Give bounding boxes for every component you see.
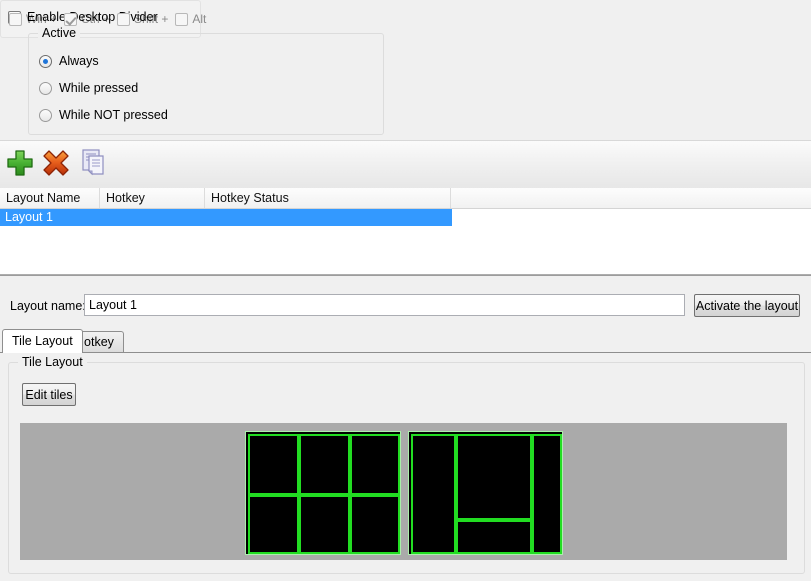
tile-m1-6[interactable] (350, 495, 400, 554)
listview-header: Layout Name Hotkey Hotkey Status (0, 188, 811, 209)
tile-m1-5[interactable] (299, 495, 350, 554)
modifier-alt[interactable]: Alt (175, 12, 206, 26)
activate-layout-button[interactable]: Activate the layout (694, 294, 800, 317)
column-header-hotkey[interactable]: Hotkey (100, 188, 205, 208)
add-layout-button[interactable] (3, 146, 37, 180)
active-groupbox: Active Always While pressed While NOT pr… (28, 26, 384, 135)
column-header-filler (451, 188, 811, 208)
row-layout-name: Layout 1 (5, 210, 53, 224)
tile-m2-4[interactable] (532, 434, 562, 554)
layout-name-label: Layout name: (10, 299, 86, 313)
enable-desktop-divider-row[interactable]: Enable Desktop Divider (8, 10, 158, 24)
alt-label: Alt (192, 12, 207, 26)
radio-always-label: Always (59, 54, 99, 68)
delete-layout-button[interactable] (39, 146, 73, 180)
monitor-1-preview[interactable] (245, 431, 401, 555)
red-x-icon (43, 150, 69, 176)
radio-while-not-pressed-label: While NOT pressed (59, 108, 168, 122)
tile-m2-1[interactable] (411, 434, 456, 554)
radio-row-while-not-pressed[interactable]: While NOT pressed (39, 108, 168, 122)
ctrl-checkbox[interactable] (64, 12, 78, 26)
tab-tile-layout[interactable]: Tile Layout (2, 329, 83, 353)
layouts-listview[interactable]: Layout Name Hotkey Hotkey Status Layout … (0, 188, 811, 275)
tile-layout-groupbox-title: Tile Layout (18, 355, 87, 369)
active-groupbox-title: Active (38, 26, 81, 40)
radio-row-always[interactable]: Always (39, 54, 99, 68)
shift-checkbox[interactable] (117, 12, 131, 26)
column-header-layout-name[interactable]: Layout Name (0, 188, 100, 208)
layout-name-input[interactable] (84, 294, 685, 316)
radio-while-pressed-label: While pressed (59, 81, 139, 95)
edit-tiles-button[interactable]: Edit tiles (22, 383, 76, 406)
tile-m1-1[interactable] (248, 434, 299, 495)
column-header-hotkey-status[interactable]: Hotkey Status (205, 188, 451, 208)
tile-m1-3[interactable] (350, 434, 400, 495)
layouts-toolbar (0, 140, 811, 190)
radio-always[interactable] (39, 54, 52, 68)
duplicate-layout-button[interactable] (78, 146, 112, 180)
tile-m2-2[interactable] (456, 434, 532, 520)
table-row[interactable]: Layout 1 (0, 209, 452, 226)
monitor-2-preview[interactable] (408, 431, 563, 555)
settings-top-panel: Enable Desktop Divider Active Always Whi… (0, 0, 811, 140)
radio-while-not-pressed[interactable] (39, 108, 52, 122)
layout-tabs: Tile Layout Hotkey (0, 329, 811, 353)
radio-while-pressed[interactable] (39, 81, 52, 95)
tile-m1-4[interactable] (248, 495, 299, 554)
win-checkbox[interactable] (9, 12, 22, 26)
enable-desktop-divider-label: Enable Desktop Divider (27, 10, 158, 24)
copy-documents-icon (82, 149, 104, 176)
plus-icon (7, 150, 33, 176)
radio-row-while-pressed[interactable]: While pressed (39, 81, 138, 95)
tile-layout-preview[interactable] (20, 423, 787, 560)
tile-m1-2[interactable] (299, 434, 350, 495)
alt-checkbox[interactable] (175, 12, 189, 26)
tile-m2-3[interactable] (456, 520, 532, 554)
